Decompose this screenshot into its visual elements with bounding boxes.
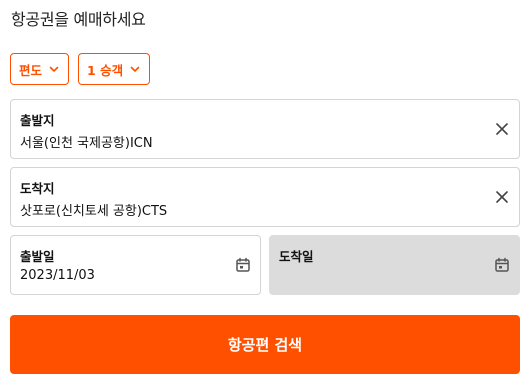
return-date-calendar bbox=[494, 257, 510, 273]
departure-value: 서울(인천 국제공항)ICN bbox=[20, 136, 153, 151]
page-title: 항공권을 예매하세요 bbox=[11, 10, 146, 29]
chevron-down-icon bbox=[130, 66, 140, 72]
trip-type-dropdown[interactable]: 편도 bbox=[10, 53, 70, 85]
departure-date-label: 출발일 bbox=[20, 249, 55, 264]
return-date-label: 도착일 bbox=[279, 249, 314, 264]
close-icon bbox=[496, 123, 508, 135]
departure-date-value: 2023/11/03 bbox=[20, 268, 95, 283]
departure-label: 출발지 bbox=[20, 113, 55, 128]
trip-options: 편도 1 승객 bbox=[10, 53, 151, 85]
arrival-value: 삿포로(신치토세 공항)CTS bbox=[20, 204, 168, 219]
departure-date-calendar-button[interactable] bbox=[235, 257, 251, 273]
trip-type-label: 편도 bbox=[19, 62, 43, 78]
departure-field[interactable]: 출발지 서울(인천 국제공항)ICN bbox=[10, 99, 520, 159]
arrival-label: 도착지 bbox=[20, 181, 55, 196]
passenger-dropdown[interactable]: 1 승객 bbox=[78, 53, 151, 85]
return-date-field: 도착일 bbox=[269, 235, 520, 295]
departure-date-field[interactable]: 출발일 2023/11/03 bbox=[10, 235, 261, 295]
search-flights-button[interactable]: 항공편 검색 bbox=[10, 315, 520, 374]
chevron-down-icon bbox=[49, 66, 59, 72]
calendar-icon bbox=[236, 257, 250, 272]
arrival-field[interactable]: 도착지 삿포로(신치토세 공항)CTS bbox=[10, 167, 520, 227]
clear-departure-button[interactable] bbox=[494, 121, 510, 137]
close-icon bbox=[496, 191, 508, 203]
clear-arrival-button[interactable] bbox=[494, 189, 510, 205]
calendar-icon bbox=[495, 257, 509, 272]
passenger-label: 1 승객 bbox=[87, 62, 124, 78]
